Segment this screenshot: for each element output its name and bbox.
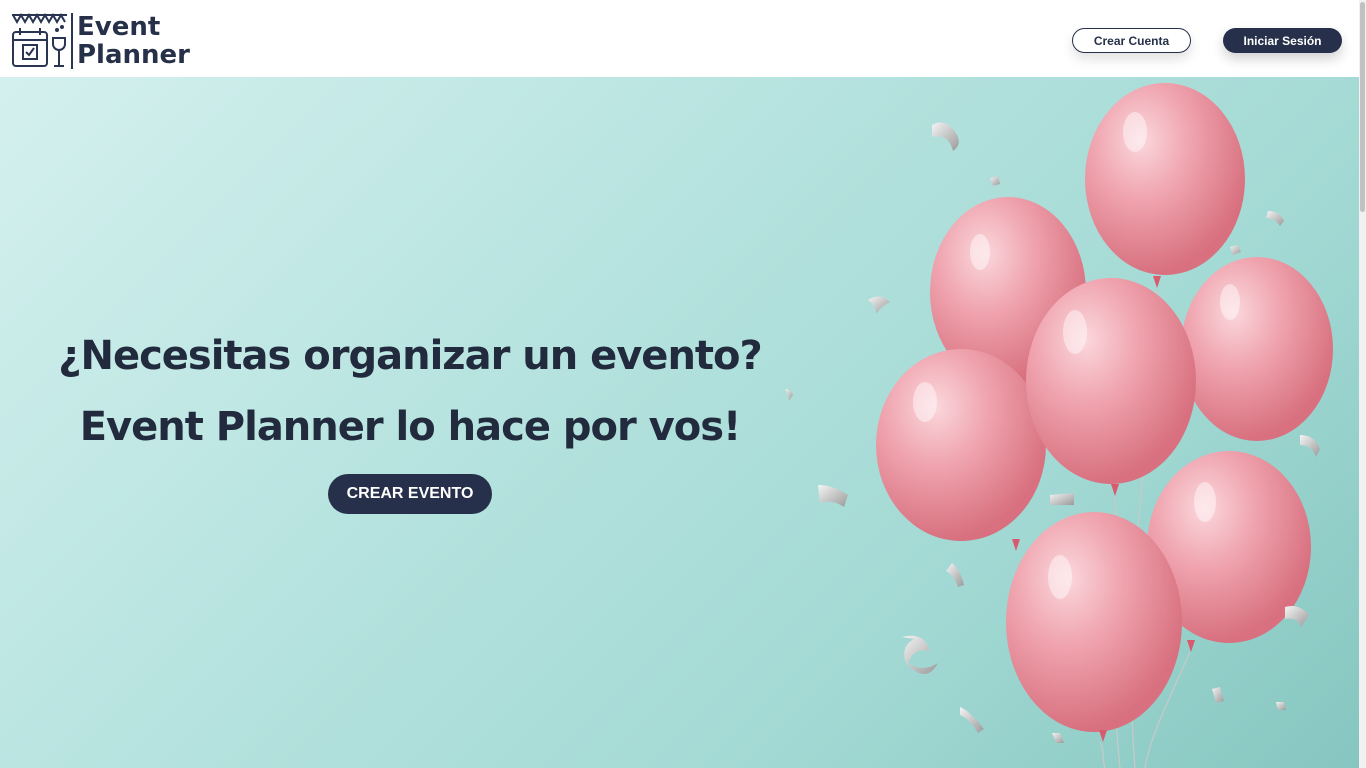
hero-headline-line-2: Event Planner lo hace por vos! xyxy=(79,404,742,450)
top-navbar: Event Planner Crear Cuenta Iniciar Sesió… xyxy=(0,0,1366,77)
logo-line-2: Planner xyxy=(77,40,190,70)
create-account-button[interactable]: Crear Cuenta xyxy=(1072,28,1191,53)
logo-text: Event Planner xyxy=(77,13,190,69)
logo[interactable]: Event Planner xyxy=(11,12,190,70)
login-button[interactable]: Iniciar Sesión xyxy=(1223,28,1342,53)
balloons-image xyxy=(785,83,1333,768)
hero-headline-line-1: ¿Necesitas organizar un evento? xyxy=(58,333,762,379)
hero-text: ¿Necesitas organizar un evento? Event Pl… xyxy=(0,77,820,768)
calendar-party-icon xyxy=(12,12,67,67)
page-scrollbar[interactable] xyxy=(1359,0,1366,768)
logo-line-1: Event xyxy=(77,12,161,42)
scrollbar-thumb[interactable] xyxy=(1360,2,1365,212)
logo-divider xyxy=(71,13,73,69)
create-event-button[interactable]: CREAR EVENTO xyxy=(328,474,492,514)
hero-section: ¿Necesitas organizar un evento? Event Pl… xyxy=(0,77,1366,768)
